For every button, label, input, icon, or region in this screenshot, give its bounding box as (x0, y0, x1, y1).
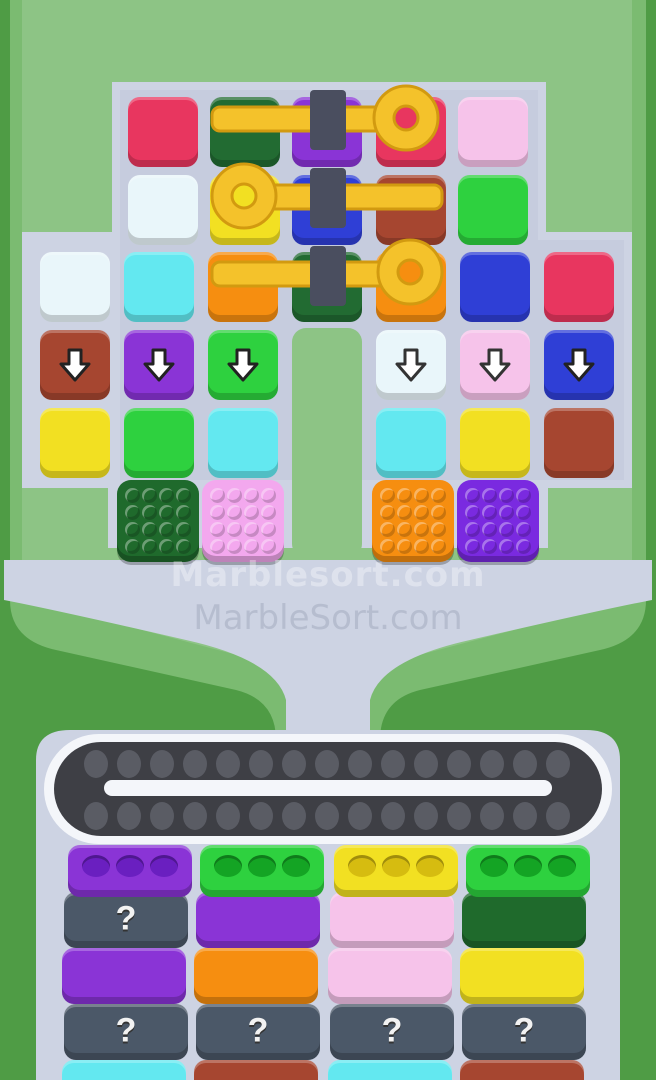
marble-slot (82, 855, 110, 877)
question-mark-icon: ? (115, 1011, 137, 1050)
tray-box-active[interactable] (334, 845, 458, 897)
tray-box-active[interactable] (200, 845, 324, 897)
marble-box (328, 948, 452, 1004)
marble-slot (480, 855, 508, 877)
question-mark-icon: ? (115, 899, 137, 938)
marble-slot (514, 855, 542, 877)
question-mark-icon: ? (381, 1011, 403, 1050)
marble-box (328, 1060, 452, 1080)
marble-slot (150, 855, 178, 877)
marble-slot (382, 855, 410, 877)
marble-box (62, 1060, 186, 1080)
question-mark-icon: ? (513, 1011, 535, 1050)
question-mark-icon: ? (247, 1011, 269, 1050)
marble-slot (416, 855, 444, 877)
marble-box (62, 948, 186, 1004)
marble-box (462, 892, 586, 948)
marble-slot (282, 855, 310, 877)
mystery-box: ? (64, 892, 188, 948)
mystery-box: ? (196, 1004, 320, 1060)
marble-box (196, 892, 320, 948)
sorting-tray: ????? (0, 0, 656, 1080)
marble-slot (248, 855, 276, 877)
tray-box-active[interactable] (466, 845, 590, 897)
mystery-box: ? (462, 1004, 586, 1060)
game-screen: Marblesort.com MarbleSort.com ????? (0, 0, 656, 1080)
marble-box (194, 948, 318, 1004)
marble-box (460, 1060, 584, 1080)
marble-box (460, 948, 584, 1004)
marble-slot (214, 855, 242, 877)
tray-box-active[interactable] (68, 845, 192, 897)
marble-slot (116, 855, 144, 877)
marble-slot (548, 855, 576, 877)
marble-box (194, 1060, 318, 1080)
mystery-box: ? (64, 1004, 188, 1060)
mystery-box: ? (330, 1004, 454, 1060)
marble-slot (348, 855, 376, 877)
marble-box (330, 892, 454, 948)
